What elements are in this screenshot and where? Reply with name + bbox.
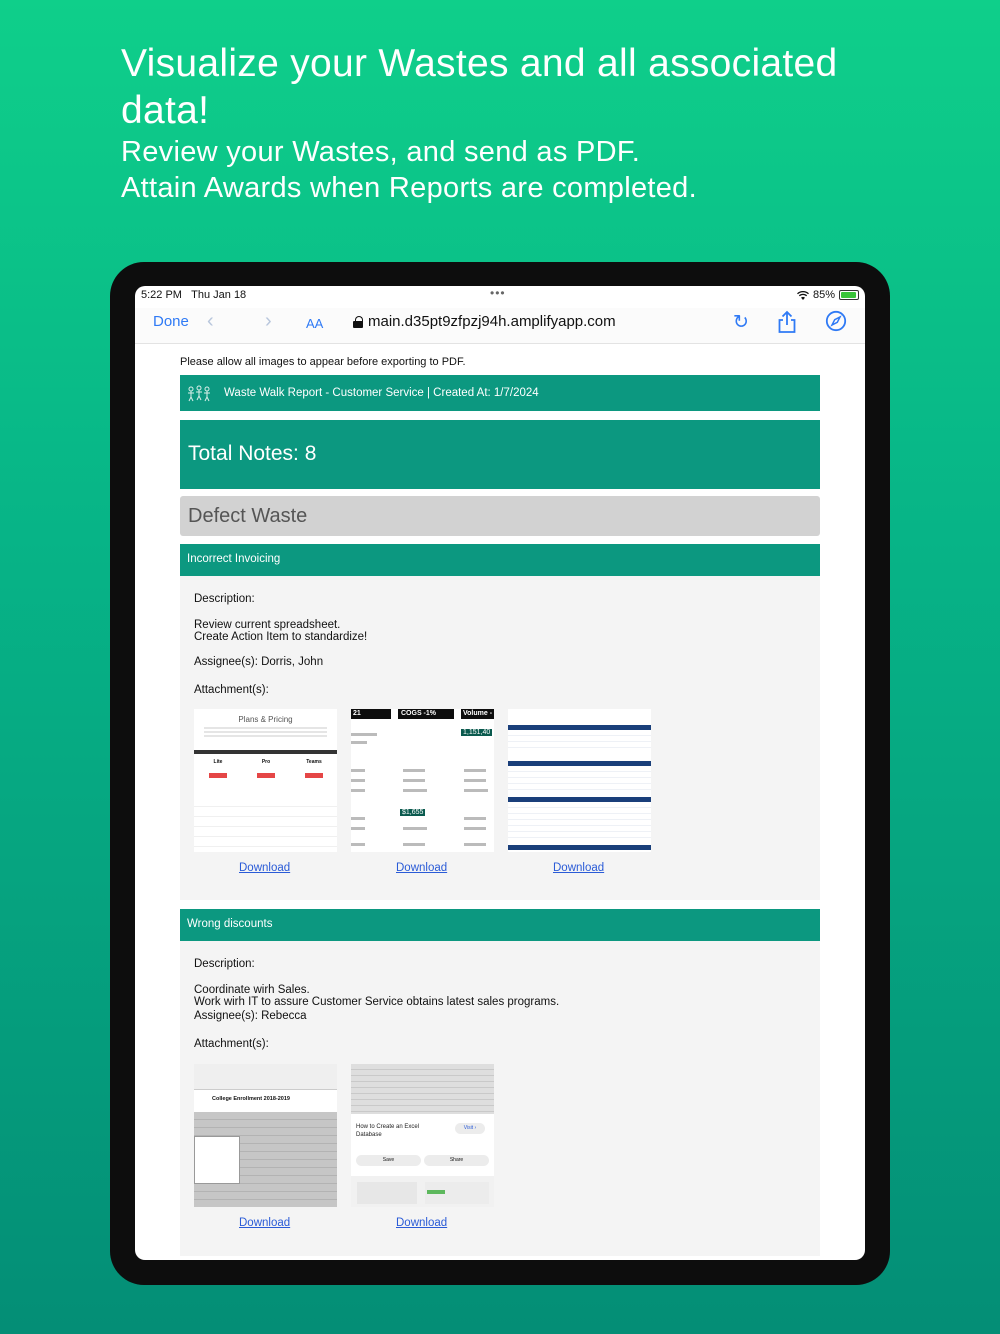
multitask-dots-icon[interactable]: ••• xyxy=(490,286,506,300)
attachments-label: Attachment(s): xyxy=(194,1038,269,1050)
report-header: Waste Walk Report - Customer Service | C… xyxy=(180,375,820,411)
attachment-thumbnail[interactable]: College Enrollment 2018-2019 xyxy=(194,1064,337,1207)
download-link[interactable]: Download xyxy=(553,862,604,874)
share-icon[interactable] xyxy=(777,310,797,338)
compass-icon[interactable] xyxy=(825,310,847,336)
lock-icon xyxy=(353,315,363,328)
download-link[interactable]: Download xyxy=(239,1217,290,1229)
plan-name: Lite xyxy=(213,759,223,765)
attachment-thumbnail[interactable]: Plans & Pricing Lite Pro Teams xyxy=(194,709,337,852)
report-title: Waste Walk Report - Customer Service | C… xyxy=(224,387,539,399)
attachment-thumbnail[interactable]: How to Create an Excel Database Visit › … xyxy=(351,1064,494,1207)
description-line: Create Action Item to standardize! xyxy=(194,631,368,643)
note-card-wrong-discounts: Wrong discounts Description: Coordinate … xyxy=(180,909,820,1256)
status-battery: 85% xyxy=(797,289,859,301)
note-title: Wrong discounts xyxy=(180,909,820,941)
battery-icon xyxy=(839,290,859,300)
sheet-title: College Enrollment 2018-2019 xyxy=(194,1096,337,1106)
attachments-label: Attachment(s): xyxy=(194,684,269,696)
assignees: Assignee(s): Rebecca xyxy=(194,1010,307,1022)
result-title: How to Create an Excel Database xyxy=(356,1124,420,1138)
note-title: Incorrect Invoicing xyxy=(180,544,820,576)
download-link[interactable]: Download xyxy=(396,862,447,874)
note-card-incorrect-invoicing: Incorrect Invoicing Description: Review … xyxy=(180,544,820,900)
battery-percent: 85% xyxy=(812,289,835,301)
plan-name: Pro xyxy=(261,759,271,765)
headline-line-1: Review your Wastes, and send as PDF. xyxy=(121,136,641,168)
description-line: Coordinate wirh Sales. xyxy=(194,984,310,996)
status-time: 5:22 PM Thu Jan 18 xyxy=(141,289,247,301)
export-notice: Please allow all images to appear before… xyxy=(180,356,466,368)
headline-line-2: Attain Awards when Reports are completed… xyxy=(121,172,697,204)
address-bar[interactable]: main.d35pt9zfpzj94h.amplifyapp.com xyxy=(353,313,616,330)
visit-button[interactable]: Visit › xyxy=(455,1123,485,1134)
section-title-defect-waste: Defect Waste xyxy=(180,496,820,536)
description-line: Work wirh IT to assure Customer Service … xyxy=(194,996,560,1008)
assignees: Assignee(s): Dorris, John xyxy=(194,656,324,668)
description-label: Description: xyxy=(194,593,255,605)
ipad-screen: 5:22 PM Thu Jan 18 ••• 85% Done ‹ › AA m… xyxy=(135,286,865,1260)
forward-icon[interactable]: › xyxy=(265,310,272,333)
plan-name: Teams xyxy=(306,759,322,765)
reload-icon[interactable]: ↻ xyxy=(733,311,749,334)
team-logo-icon xyxy=(186,383,216,403)
address-url: main.d35pt9zfpzj94h.amplifyapp.com xyxy=(368,313,616,330)
share-button[interactable]: Share xyxy=(424,1155,489,1166)
attachment-thumbnail[interactable]: 21 COGS -1% Volume - 1,151,40 $1,655 xyxy=(351,709,494,852)
thumb-title: Plans & Pricing xyxy=(238,715,293,724)
text-size-button[interactable]: AA xyxy=(306,316,323,331)
total-notes-banner: Total Notes: 8 xyxy=(180,420,820,489)
done-button[interactable]: Done xyxy=(153,313,189,330)
save-button[interactable]: Save xyxy=(356,1155,421,1166)
download-link[interactable]: Download xyxy=(396,1217,447,1229)
headline-title: Visualize your Wastes and all associated… xyxy=(121,42,838,132)
description-line: Review current spreadsheet. xyxy=(194,619,341,631)
headline: Visualize your Wastes and all associated… xyxy=(121,40,881,206)
browser-toolbar: Done ‹ › AA main.d35pt9zfpzj94h.amplifya… xyxy=(135,308,865,344)
download-link[interactable]: Download xyxy=(239,862,290,874)
back-icon[interactable]: ‹ xyxy=(207,310,214,333)
wifi-icon xyxy=(797,290,809,300)
attachment-thumbnail[interactable] xyxy=(508,709,651,852)
status-bar: 5:22 PM Thu Jan 18 ••• 85% xyxy=(135,286,865,308)
description-label: Description: xyxy=(194,958,255,970)
